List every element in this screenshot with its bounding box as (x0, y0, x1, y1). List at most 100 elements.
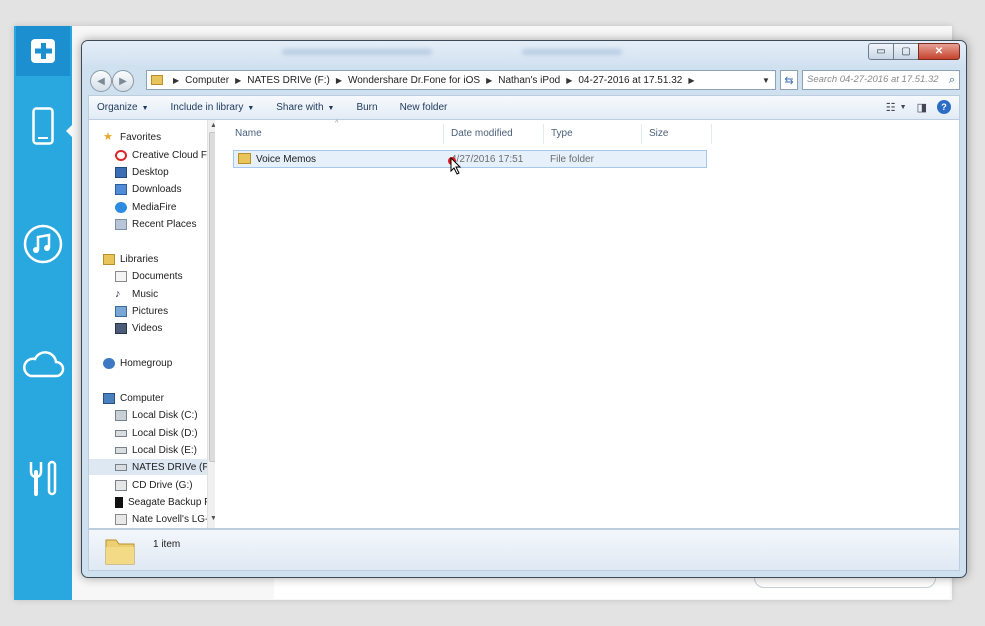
nav-videos[interactable]: Videos (115, 320, 162, 336)
help-icon[interactable]: ? (937, 100, 951, 114)
phone-icon[interactable] (21, 104, 65, 148)
column-divider[interactable] (711, 124, 712, 144)
cloud-icon[interactable] (21, 342, 65, 386)
organize-label: Organize (97, 102, 138, 113)
folder-icon (238, 153, 251, 164)
recent-places-icon (115, 218, 127, 230)
nav-nates-drive[interactable]: NATES DRIVe (F:) (89, 459, 215, 475)
nav-scrollbar[interactable]: ▲ ▼ (207, 120, 215, 528)
nav-label: NATES DRIVe (F:) (132, 461, 215, 473)
refresh-icon: ⇆ (784, 74, 794, 87)
nav-local-disk-d[interactable]: Local Disk (D:) (115, 425, 198, 441)
nav-desktop[interactable]: Desktop (115, 164, 169, 180)
chevron-right-icon[interactable]: ▶ (235, 76, 241, 85)
nav-computer[interactable]: Computer (103, 390, 164, 406)
explorer-window: ▭ ▢ ✕ ◀ ▶ ▶ Computer ▶ NATES DRIVe (F:) … (81, 40, 967, 578)
system-drive-icon (115, 409, 127, 421)
nav-label: Downloads (132, 183, 182, 195)
forward-button[interactable]: ▶ (112, 70, 134, 92)
nav-label: Favorites (120, 131, 162, 143)
command-bar: Organize ▼ Include in library ▼ Share with… (88, 95, 960, 119)
nav-label: Desktop (132, 166, 169, 178)
nav-label: Homegroup (120, 357, 173, 369)
column-name[interactable]: Name (235, 128, 262, 139)
breadcrumb-ipod[interactable]: Nathan's iPod (498, 75, 560, 86)
share-with-button[interactable]: Share with ▼ (276, 102, 334, 113)
search-input[interactable]: Search 04-27-2016 at 17.51.32 ⌕ (802, 70, 960, 90)
scroll-thumb[interactable] (209, 132, 215, 462)
file-list: ^ Name Date modified Type Size Voice Mem… (221, 120, 959, 528)
chevron-right-icon[interactable]: ▶ (566, 76, 572, 85)
nav-downloads[interactable]: Downloads (115, 181, 181, 197)
nav-music[interactable]: ♪ Music (115, 286, 158, 302)
navigation-pane: ★ Favorites Creative Cloud Fi Desktop Dow… (89, 120, 215, 528)
nav-local-disk-e[interactable]: Local Disk (E:) (115, 442, 197, 458)
include-in-library-button[interactable]: Include in library ▼ (171, 102, 255, 113)
column-date-modified[interactable]: Date modified (451, 128, 513, 139)
chevron-right-icon[interactable]: ▶ (688, 76, 694, 85)
nav-favorites[interactable]: ★ Favorites (103, 129, 161, 145)
file-type: File folder (550, 154, 594, 165)
scroll-up-icon[interactable]: ▲ (210, 122, 215, 129)
scroll-down-icon[interactable]: ▼ (210, 515, 215, 522)
column-divider[interactable] (443, 124, 444, 144)
chevron-down-icon[interactable]: ▼ (900, 104, 907, 111)
tools-icon[interactable] (21, 456, 65, 500)
title-bar[interactable]: ▭ ▢ ✕ (82, 41, 966, 65)
documents-icon (115, 270, 127, 282)
view-options-icon[interactable]: ☷ (886, 101, 896, 114)
new-folder-button[interactable]: New folder (400, 102, 448, 113)
mediafire-icon (115, 201, 127, 213)
include-label: Include in library (170, 102, 244, 113)
column-divider[interactable] (543, 124, 544, 144)
maximize-button[interactable]: ▢ (893, 43, 919, 60)
videos-icon (115, 322, 127, 334)
address-dropdown-button[interactable]: ▼ (756, 70, 776, 90)
nav-seagate[interactable]: Seagate Backup F (115, 494, 210, 510)
preview-pane-icon[interactable]: ◨ (917, 101, 927, 114)
nav-lg-device[interactable]: Nate Lovell's LG- (115, 511, 208, 527)
refresh-button[interactable]: ⇆ (780, 70, 798, 90)
device-icon (115, 513, 127, 525)
nav-pictures[interactable]: Pictures (115, 303, 168, 319)
nav-label: Libraries (120, 253, 159, 265)
search-icon[interactable]: ⌕ (949, 74, 955, 87)
chevron-down-icon: ▼ (762, 75, 770, 85)
mouse-cursor-icon (450, 157, 462, 175)
breadcrumb-drfone[interactable]: Wondershare Dr.Fone for iOS (348, 75, 480, 86)
address-bar[interactable]: ▶ Computer ▶ NATES DRIVe (F:) ▶ Wondersh… (146, 70, 776, 90)
details-pane: 1 item (88, 529, 960, 571)
chevron-right-icon[interactable]: ▶ (336, 76, 342, 85)
sort-caret-icon: ^ (335, 120, 339, 127)
nav-mediafire[interactable]: MediaFire (115, 199, 176, 215)
back-button[interactable]: ◀ (90, 70, 112, 92)
nav-libraries[interactable]: Libraries (103, 251, 158, 267)
close-button[interactable]: ✕ (918, 43, 960, 60)
chevron-down-icon: ▼ (247, 105, 255, 112)
chevron-right-icon[interactable]: ▶ (486, 76, 492, 85)
minimize-button[interactable]: ▭ (868, 43, 894, 60)
column-type[interactable]: Type (551, 128, 573, 139)
file-row[interactable]: Voice Memos 4/27/2016 17:51 File folder (233, 150, 707, 175)
column-size[interactable]: Size (649, 128, 668, 139)
nav-homegroup[interactable]: Homegroup (103, 355, 172, 371)
nav-creative-cloud[interactable]: Creative Cloud Fi (115, 147, 209, 163)
blurred-title (522, 49, 622, 55)
nav-documents[interactable]: Documents (115, 268, 183, 284)
burn-button[interactable]: Burn (356, 102, 377, 113)
column-divider[interactable] (641, 124, 642, 144)
drfone-logo-icon[interactable] (16, 26, 70, 76)
drive-icon (115, 429, 127, 437)
nav-local-disk-c[interactable]: Local Disk (C:) (115, 407, 198, 423)
breadcrumb-computer[interactable]: Computer (185, 75, 229, 86)
nav-recent-places[interactable]: Recent Places (115, 216, 196, 232)
organize-button[interactable]: Organize ▼ (97, 102, 149, 113)
nav-label: Documents (132, 270, 183, 282)
breadcrumb-date-folder[interactable]: 04-27-2016 at 17.51.32 (578, 75, 682, 86)
breadcrumb-drive[interactable]: NATES DRIVe (F:) (247, 75, 330, 86)
star-icon: ★ (103, 130, 113, 143)
music-icon[interactable] (21, 222, 65, 266)
item-count: 1 item (153, 539, 181, 550)
nav-cd-drive[interactable]: CD Drive (G:) (115, 477, 193, 493)
desktop-icon (115, 166, 127, 178)
